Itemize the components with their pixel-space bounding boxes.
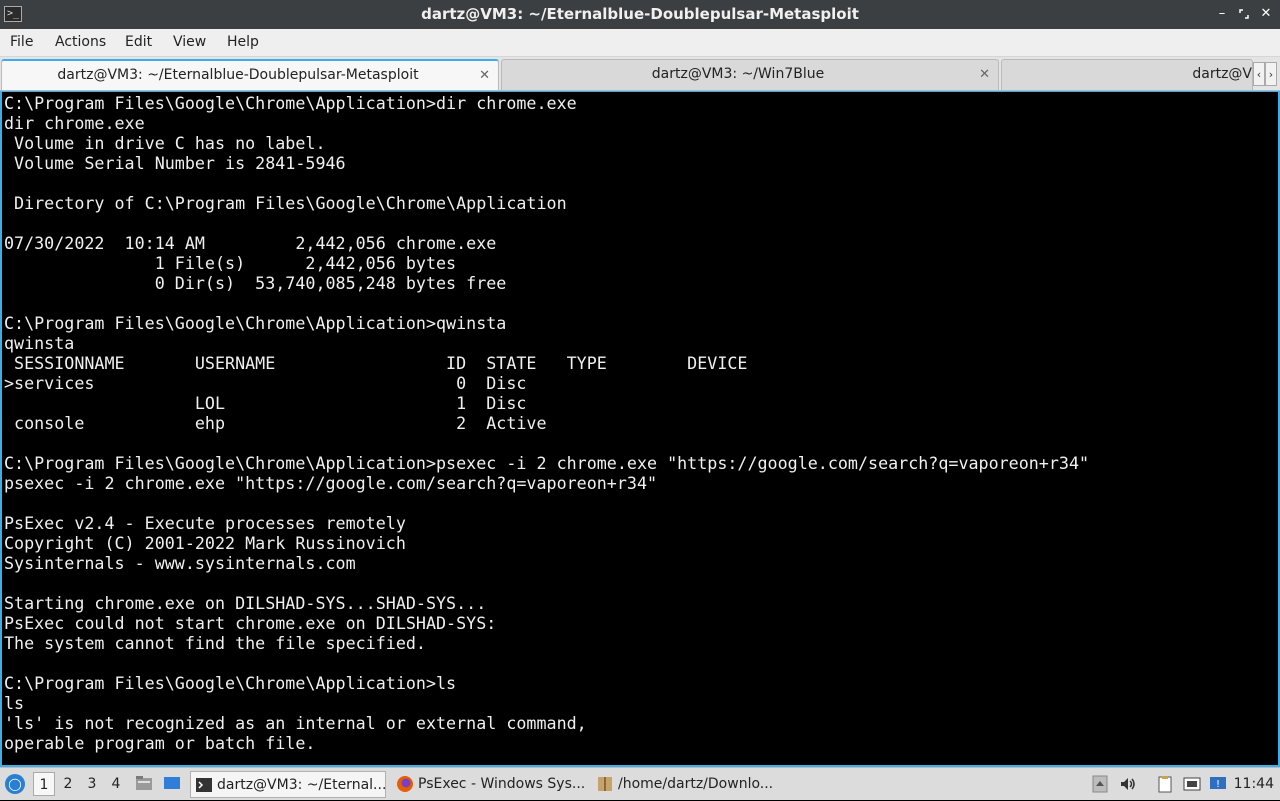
workspace-4[interactable]: 4 <box>105 772 127 796</box>
terminal-line: console ehp 2 Active <box>4 413 547 433</box>
terminal-line: SESSIONNAME USERNAME ID STATE TYPE DEVIC… <box>4 353 748 373</box>
firefox-icon <box>396 775 414 793</box>
task-archive[interactable]: /home/dartz/Downlo... <box>592 771 788 798</box>
tab-label: dartz@VM3: ~/Eternalblue-Doublepulsar-Me… <box>57 67 419 83</box>
terminal-output[interactable]: C:\Program Files\Google\Chrome\Applicati… <box>0 91 1280 767</box>
tab-third[interactable]: dartz@V <box>1001 59 1253 90</box>
task-firefox[interactable]: PsExec - Windows Sys... <box>392 771 588 798</box>
archive-icon <box>596 775 614 793</box>
terminal-line: C:\Program Files\Google\Chrome\Applicati… <box>4 313 507 333</box>
terminal-line: C:\Program Files\Google\Chrome\Applicati… <box>4 673 457 693</box>
window-title: dartz@VM3: ~/Eternalblue-Doublepulsar-Me… <box>421 5 859 23</box>
terminal-line: qwinsta <box>4 333 75 353</box>
terminal-line: C:\Program Files\Google\Chrome\Applicati… <box>4 93 577 113</box>
terminal-line: >services 0 Disc <box>4 373 527 393</box>
start-menu-icon[interactable]: ◯ <box>5 774 25 794</box>
terminal-line: Directory of C:\Program Files\Google\Chr… <box>4 193 567 213</box>
terminal-line: PsExec v2.4 - Execute processes remotely <box>4 513 406 533</box>
task-label: dartz@VM3: ~/Eternal... <box>217 777 386 793</box>
show-desktop-icon[interactable] <box>163 775 181 791</box>
tab-bar: dartz@VM3: ~/Eternalblue-Doublepulsar-Me… <box>0 57 1280 91</box>
task-terminal[interactable]: dartz@VM3: ~/Eternal... <box>190 771 386 798</box>
task-label: PsExec - Windows Sys... <box>418 776 586 792</box>
terminal-line: 'ls' is not recognized as an internal or… <box>4 713 587 733</box>
workspace-3[interactable]: 3 <box>81 772 103 796</box>
clock[interactable]: 11:44 <box>1234 768 1274 801</box>
terminal-line: LOL 1 Disc <box>4 393 527 413</box>
tab-eternalblue[interactable]: dartz@VM3: ~/Eternalblue-Doublepulsar-Me… <box>1 59 499 90</box>
terminal-line: operable program or batch file. <box>4 733 316 753</box>
network-icon[interactable] <box>1183 775 1201 793</box>
terminal-line: Copyright (C) 2001-2022 Mark Russinovich <box>4 533 406 553</box>
workspace-2[interactable]: 2 <box>57 772 79 796</box>
minimize-icon[interactable]: – <box>1212 4 1232 24</box>
terminal-line: PsExec could not start chrome.exe on DIL… <box>4 613 497 633</box>
tab-label: dartz@V <box>1192 66 1252 82</box>
menu-help[interactable]: Help <box>227 29 259 56</box>
terminal-line: psexec -i 2 chrome.exe "https://google.c… <box>4 473 658 493</box>
menu-file[interactable]: File <box>10 29 33 56</box>
terminal-text: C:\Program Files\Google\Chrome\Applicati… <box>2 92 1278 753</box>
window-titlebar[interactable]: >_ dartz@VM3: ~/Eternalblue-Doublepulsar… <box>0 0 1280 29</box>
terminal-line: Starting chrome.exe on DILSHAD-SYS...SHA… <box>4 593 487 613</box>
close-icon[interactable]: ✕ <box>1256 4 1276 24</box>
tab-scroll-right-icon[interactable]: › <box>1265 62 1277 86</box>
terminal-line: 1 File(s) 2,442,056 bytes <box>4 253 457 273</box>
update-icon[interactable]: ! <box>1209 775 1227 793</box>
menu-bar: File Actions Edit View Help <box>0 29 1280 57</box>
terminal-line: 07/30/2022 10:14 AM 2,442,056 chrome.exe <box>4 233 497 253</box>
workspace-1[interactable]: 1 <box>33 772 55 796</box>
menu-edit[interactable]: Edit <box>125 29 152 56</box>
tray-up-icon[interactable] <box>1091 775 1109 793</box>
terminal-line: Volume Serial Number is 2841-5946 <box>4 153 346 173</box>
svg-text:!: ! <box>1216 779 1220 790</box>
file-manager-icon[interactable] <box>135 775 153 791</box>
terminal-line: 0 Dir(s) 53,740,085,248 bytes free <box>4 273 507 293</box>
task-label: /home/dartz/Downlo... <box>618 776 774 792</box>
terminal-line: ls <box>4 693 25 713</box>
terminal-line: The system cannot find the file specifie… <box>4 633 426 653</box>
close-icon[interactable]: ✕ <box>979 60 990 89</box>
terminal-line: Sysinternals - www.sysinternals.com <box>4 553 356 573</box>
clipboard-icon[interactable] <box>1156 775 1174 793</box>
terminal-line: Volume in drive C has no label. <box>4 133 326 153</box>
close-icon[interactable]: ✕ <box>479 61 490 90</box>
terminal-icon <box>195 776 213 794</box>
taskbar: ◯ 1 2 3 4 dartz@VM3: ~/Eternal... PsExec… <box>0 767 1280 800</box>
tab-win7blue[interactable]: dartz@VM3: ~/Win7Blue ✕ <box>501 59 999 90</box>
terminal-line: C:\Program Files\Google\Chrome\Applicati… <box>4 453 1090 473</box>
terminal-line: dir chrome.exe <box>4 113 145 133</box>
menu-view[interactable]: View <box>173 29 206 56</box>
tab-label: dartz@VM3: ~/Win7Blue <box>651 66 825 82</box>
maximize-icon[interactable] <box>1234 4 1254 24</box>
menu-actions[interactable]: Actions <box>55 29 106 56</box>
volume-icon[interactable] <box>1119 775 1137 793</box>
tab-scroll-left-icon[interactable]: ‹ <box>1253 62 1265 86</box>
